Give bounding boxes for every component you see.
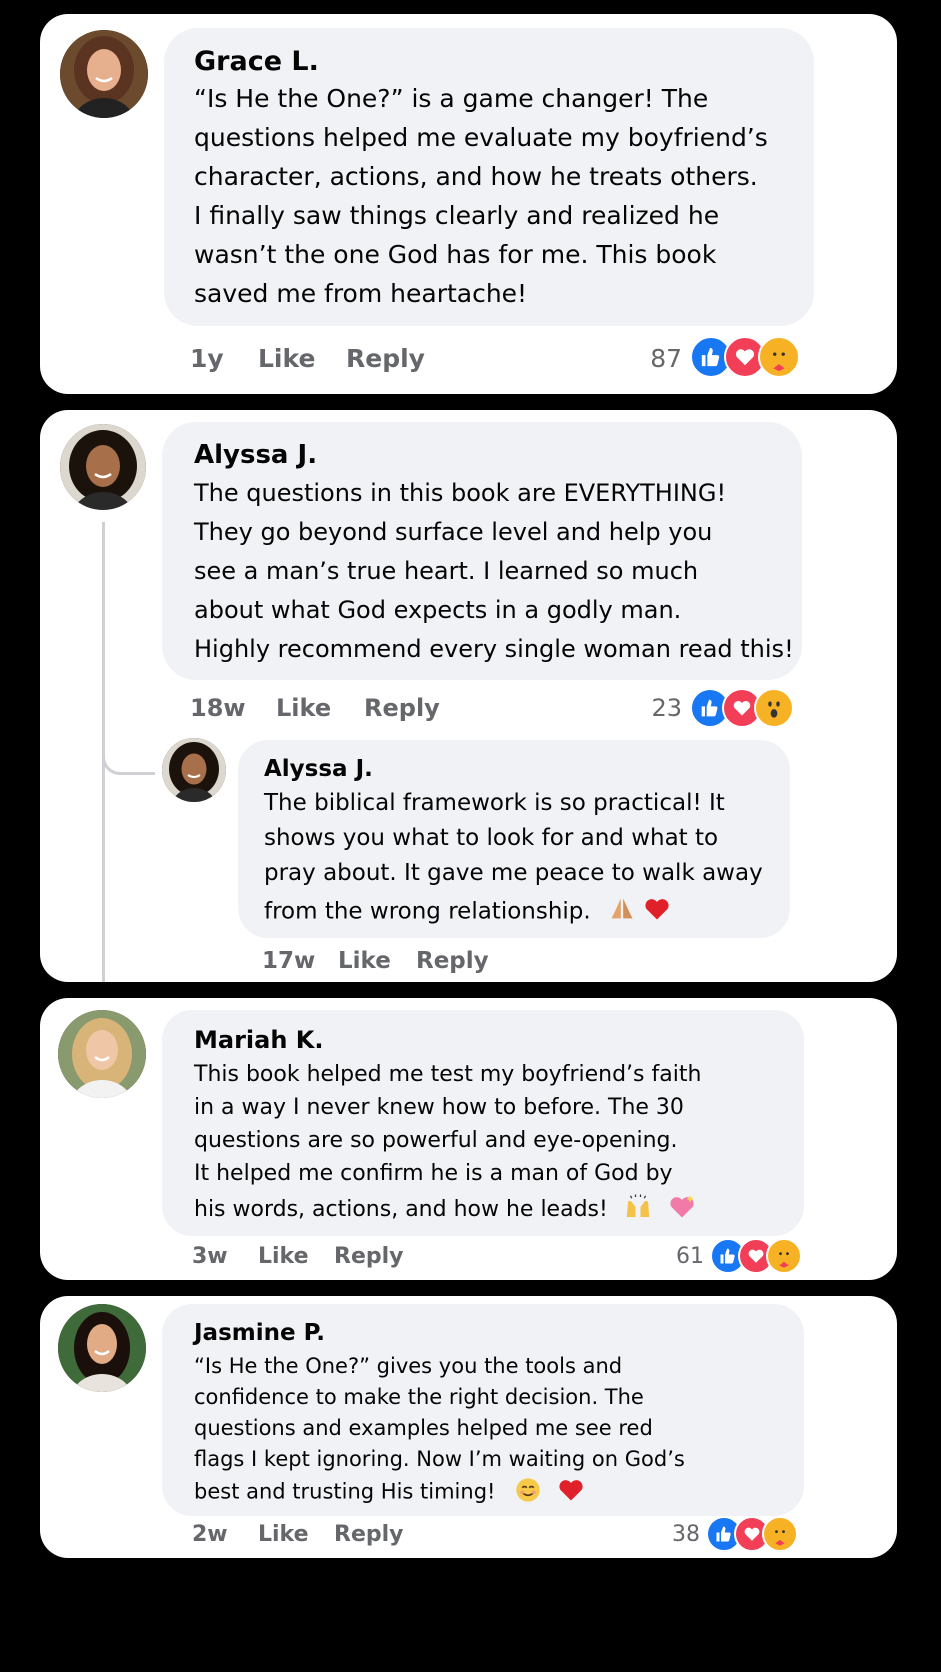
timestamp[interactable]: 2w (192, 1522, 228, 1547)
smiling-face-icon (514, 1476, 542, 1509)
comment-text-line: about what God expects in a godly man. (194, 596, 682, 624)
comment-text-line: I finally saw things clearly and realize… (194, 201, 720, 230)
comment-card-grace: Grace L. “Is He the One?” is a game chan… (40, 14, 897, 394)
comment-text-line: questions helped me evaluate my boyfrien… (194, 123, 768, 152)
reaction-summary[interactable] (706, 1516, 798, 1552)
comment-bubble: Alyssa J. The questions in this book are… (162, 422, 802, 680)
comment-bubble: Jasmine P. “Is He the One?” gives you th… (162, 1304, 804, 1516)
red-heart-icon (643, 895, 671, 929)
comment-text-line: Highly recommend every single woman read… (194, 635, 794, 663)
care-icon (762, 1516, 798, 1552)
comment-text-line: saved me from heartache! (194, 279, 528, 308)
comment-card-jasmine: Jasmine P. “Is He the One?” gives you th… (40, 1296, 897, 1558)
comment-text-line: wasn’t the one God has for me. This book (194, 240, 717, 269)
reaction-count[interactable]: 87 (640, 344, 682, 373)
like-button[interactable]: Like (258, 1522, 309, 1547)
comment-text-line: “Is He the One?” gives you the tools and (194, 1354, 623, 1378)
like-button[interactable]: Like (276, 694, 331, 722)
comment-bubble: Grace L. “Is He the One?” is a game chan… (164, 28, 814, 326)
reply-text-line: from the wrong relationship. (264, 895, 671, 929)
thread-connector (102, 730, 155, 775)
timestamp[interactable]: 1y (190, 344, 224, 373)
commenter-name[interactable]: Alyssa J. (194, 440, 317, 470)
comment-bubble: Mariah K. This book helped me test my bo… (162, 1010, 804, 1236)
reply-button[interactable]: Reply (334, 1244, 404, 1269)
reaction-summary[interactable] (690, 336, 800, 378)
comment-text-line: flags I kept ignoring. Now I’m waiting o… (194, 1447, 685, 1471)
comment-text-line: best and trusting His timing! (194, 1476, 585, 1509)
commenter-name[interactable]: Jasmine P. (194, 1320, 325, 1346)
reaction-summary[interactable] (710, 1238, 802, 1274)
avatar[interactable] (58, 1010, 146, 1098)
comment-text-line: It helped me confirm he is a man of God … (194, 1161, 673, 1186)
comment-text-line: confidence to make the right decision. T… (194, 1385, 644, 1409)
reply-timestamp[interactable]: 17w (262, 948, 315, 974)
care-icon (766, 1238, 802, 1274)
comment-text-line: his words, actions, and how he leads! (194, 1192, 696, 1228)
reaction-count[interactable]: 38 (656, 1522, 700, 1547)
comment-card-alyssa: Alyssa J. The questions in this book are… (40, 410, 897, 982)
reaction-summary[interactable] (690, 688, 794, 728)
reply-text-line: pray about. It gave me peace to walk awa… (264, 860, 763, 886)
commenter-name[interactable]: Grace L. (194, 46, 319, 77)
comment-text-last: best and trusting His timing! (194, 1479, 496, 1504)
like-button[interactable]: Like (258, 344, 315, 373)
avatar[interactable] (58, 1304, 146, 1392)
reply-avatar[interactable] (162, 738, 226, 802)
reply-text-line: shows you what to look for and what to (264, 825, 719, 851)
reply-text-line: The biblical framework is so practical! … (264, 790, 725, 816)
reaction-count[interactable]: 23 (632, 694, 682, 722)
avatar[interactable] (60, 424, 146, 510)
reply-button[interactable]: Reply (346, 344, 425, 373)
comment-text-line: questions and examples helped me see red (194, 1416, 653, 1440)
care-icon (758, 336, 800, 378)
raising-hands-icon (623, 1192, 653, 1228)
reply-bubble: Alyssa J. The biblical framework is so p… (238, 740, 790, 938)
comment-text-line: The questions in this book are EVERYTHIN… (194, 479, 727, 507)
reaction-count[interactable]: 61 (660, 1244, 704, 1269)
reply-like-button[interactable]: Like (338, 948, 391, 974)
reply-button[interactable]: Reply (334, 1522, 404, 1547)
comment-text-line: They go beyond surface level and help yo… (194, 518, 713, 546)
timestamp[interactable]: 3w (192, 1244, 228, 1269)
red-heart-icon (557, 1476, 585, 1509)
timestamp[interactable]: 18w (190, 694, 246, 722)
comment-text-line: in a way I never knew how to before. The… (194, 1095, 684, 1120)
comment-text-line: see a man’s true heart. I learned so muc… (194, 557, 699, 585)
avatar[interactable] (60, 30, 148, 118)
comment-text-line: This book helped me test my boyfriend’s … (194, 1062, 702, 1087)
commenter-name[interactable]: Mariah K. (194, 1026, 324, 1054)
folded-hands-icon (608, 895, 636, 929)
comment-card-mariah: Mariah K. This book helped me test my bo… (40, 998, 897, 1280)
wow-icon (754, 688, 794, 728)
reply-text-last: from the wrong relationship. (264, 898, 591, 925)
comment-text-last: his words, actions, and how he leads! (194, 1197, 608, 1222)
like-button[interactable]: Like (258, 1244, 309, 1269)
comment-text-line: character, actions, and how he treats ot… (194, 162, 758, 191)
reply-commenter-name[interactable]: Alyssa J. (264, 756, 373, 782)
reply-reply-button[interactable]: Reply (416, 948, 489, 974)
reply-button[interactable]: Reply (364, 694, 440, 722)
comment-text-line: questions are so powerful and eye-openin… (194, 1128, 678, 1153)
sparkling-heart-icon (668, 1193, 696, 1227)
comment-text-line: “Is He the One?” is a game changer! The (194, 84, 709, 113)
